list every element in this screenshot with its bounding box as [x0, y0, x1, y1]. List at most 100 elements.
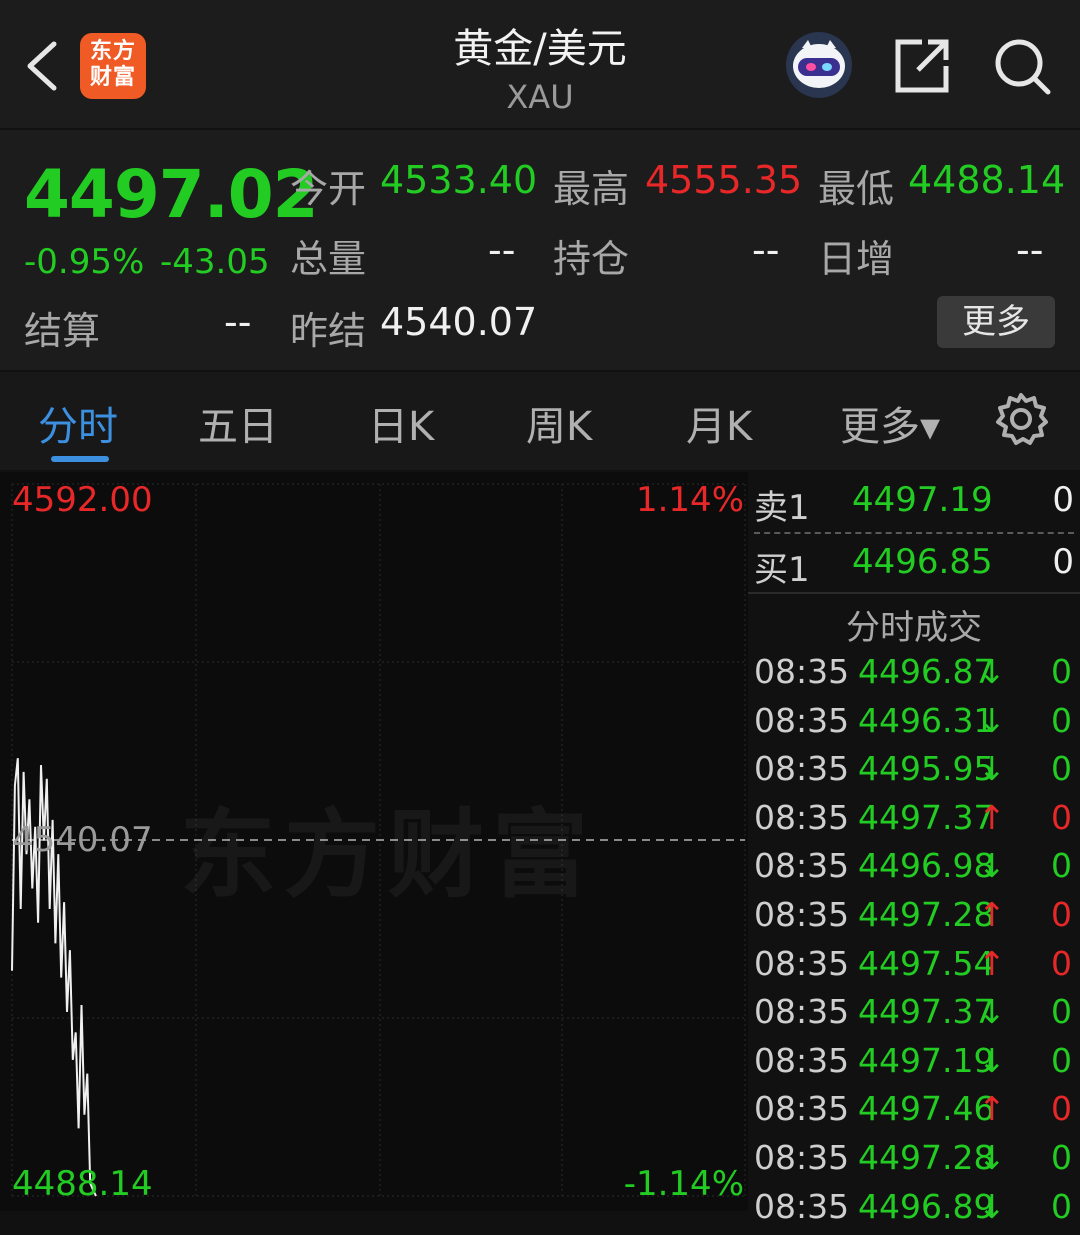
- daily-increase-label: 日增: [818, 237, 895, 281]
- tab-weekly-k[interactable]: 周K: [526, 394, 592, 452]
- tick-row: 08:35 4496.98 ↓ 0: [748, 846, 1080, 894]
- prev-settle-label: 昨结: [290, 309, 367, 353]
- down-arrow-icon: ↓: [978, 992, 1006, 1032]
- section-divider: [748, 592, 1080, 594]
- tick-time: 08:35: [754, 846, 850, 886]
- down-arrow-icon: ↓: [978, 1186, 1006, 1226]
- tick-row: 08:35 4496.31 ↓ 0: [748, 701, 1080, 749]
- tick-time: 08:35: [754, 1186, 850, 1226]
- open-label: 今开: [290, 167, 367, 211]
- tick-time: 08:35: [754, 895, 850, 934]
- tick-price: 4497.46: [858, 1089, 995, 1129]
- tick-price: 4497.28: [858, 1138, 995, 1177]
- more-quote-button[interactable]: 更多: [937, 296, 1055, 348]
- down-arrow-icon: ↓: [978, 1138, 1006, 1177]
- ask-label: 卖1: [754, 488, 810, 528]
- y-axis-mid-price: 4540.07: [12, 820, 153, 860]
- open-value: 4533.40: [380, 158, 538, 202]
- prev-settle-value: 4540.07: [380, 300, 538, 344]
- tab-monthly-k[interactable]: 月K: [686, 394, 752, 452]
- tick-time: 08:35: [754, 700, 850, 740]
- tick-volume: 0: [1051, 1089, 1072, 1129]
- tick-volume: 0: [1051, 992, 1072, 1032]
- tick-price: 4496.87: [858, 652, 995, 691]
- orderbook-divider: [754, 532, 1074, 534]
- tab-five-day[interactable]: 五日: [198, 394, 278, 452]
- tick-time: 08:35: [754, 992, 850, 1032]
- tick-volume: 0: [1051, 749, 1072, 789]
- tick-row: 08:35 4497.28 ↑ 0: [748, 895, 1080, 943]
- low-value: 4488.14: [908, 158, 1066, 202]
- volume-value: --: [488, 228, 516, 272]
- ask-volume: 0: [1052, 480, 1074, 520]
- tick-volume: 0: [1051, 1186, 1072, 1226]
- tick-row: 08:35 4497.28 ↓ 0: [748, 1138, 1080, 1186]
- tick-time: 08:35: [754, 943, 850, 983]
- tick-time: 08:35: [754, 749, 850, 789]
- watermark: 东方财富: [180, 799, 596, 911]
- tick-volume: 0: [1051, 846, 1072, 886]
- tick-time: 08:35: [754, 1089, 850, 1129]
- tick-volume: 0: [1051, 1138, 1072, 1177]
- tick-volume: 0: [1051, 652, 1072, 691]
- tab-daily-k[interactable]: 日K: [368, 394, 434, 452]
- robot-avatar-icon[interactable]: [784, 30, 854, 100]
- open-interest-value: --: [752, 228, 780, 272]
- y-axis-bottom-percent: -1.14%: [623, 1164, 744, 1204]
- orderbook-panel: 卖1 4497.19 0 买1 4496.85 0 分时成交 08:35 4496…: [748, 472, 1080, 1226]
- volume-label: 总量: [290, 237, 367, 281]
- bid-volume: 0: [1052, 542, 1074, 582]
- active-tab-indicator: [51, 456, 109, 462]
- chart-period-tabs: 分时 五日 日K 周K 月K 更多▾: [0, 372, 1080, 470]
- intraday-chart[interactable]: 东方财富 4592.00 1.14% 4540.07 4488.14 -1.14…: [0, 472, 748, 1211]
- down-arrow-icon: ↓: [978, 749, 1006, 789]
- bid-price: 4496.85: [852, 542, 993, 582]
- low-label: 最低: [818, 167, 895, 211]
- up-arrow-icon: ↑: [978, 797, 1006, 837]
- tick-row: 08:35 4496.87 ↓ 0: [748, 652, 1080, 700]
- bid-row: 买1 4496.85 0: [748, 542, 1080, 598]
- high-label: 最高: [553, 167, 630, 211]
- y-axis-top-percent: 1.14%: [635, 480, 744, 520]
- high-value: 4555.35: [645, 158, 803, 202]
- ticks-title: 分时成交: [846, 608, 982, 648]
- down-arrow-icon: ↓: [978, 846, 1006, 886]
- tick-time: 08:35: [754, 652, 850, 691]
- down-arrow-icon: ↓: [978, 700, 1006, 740]
- bid-label: 买1: [754, 550, 810, 590]
- tick-time: 08:35: [754, 1040, 850, 1080]
- tick-time: 08:35: [754, 797, 850, 837]
- y-axis-bottom-price: 4488.14: [12, 1164, 153, 1204]
- share-icon[interactable]: [892, 36, 952, 96]
- tick-row: 08:35 4497.54 ↑ 0: [748, 944, 1080, 992]
- tick-row: 08:35 4497.46 ↑ 0: [748, 1089, 1080, 1137]
- tick-row: 08:35 4497.37 ↑ 0: [748, 798, 1080, 846]
- up-arrow-icon: ↑: [978, 895, 1006, 934]
- tick-volume: 0: [1051, 943, 1072, 983]
- tick-price: 4496.31: [858, 700, 995, 740]
- tick-row: 08:35 4497.19 ↓ 0: [748, 1041, 1080, 1089]
- tick-price: 4497.19: [858, 1040, 995, 1080]
- change-percent: -0.95%: [24, 242, 145, 282]
- open-interest-label: 持仓: [553, 237, 630, 281]
- y-axis-top-price: 4592.00: [12, 480, 153, 520]
- tick-time: 08:35: [754, 1138, 850, 1177]
- tick-price: 4497.54: [858, 943, 995, 983]
- tick-volume: 0: [1051, 700, 1072, 740]
- tab-more-periods[interactable]: 更多▾: [840, 394, 940, 452]
- tab-intraday[interactable]: 分时: [38, 394, 118, 452]
- tick-price: 4497.37: [858, 797, 995, 837]
- down-arrow-icon: ↓: [978, 652, 1006, 691]
- ask-price: 4497.19: [852, 480, 993, 520]
- quote-panel: 4497.02 -0.95% -43.05 今开 4533.40 最高 4555…: [0, 130, 1080, 370]
- gear-icon[interactable]: [994, 392, 1048, 446]
- tick-price: 4497.37: [858, 992, 995, 1032]
- top-nav-bar: 东方财富 黄金/美元 XAU: [0, 0, 1080, 128]
- last-price: 4497.02: [24, 156, 319, 233]
- search-icon[interactable]: [992, 36, 1052, 96]
- tick-price: 4496.89: [858, 1186, 995, 1226]
- tick-volume: 0: [1051, 1040, 1072, 1080]
- down-arrow-icon: ↓: [978, 1040, 1006, 1080]
- ask-row: 卖1 4497.19 0: [748, 480, 1080, 536]
- tick-volume: 0: [1051, 797, 1072, 837]
